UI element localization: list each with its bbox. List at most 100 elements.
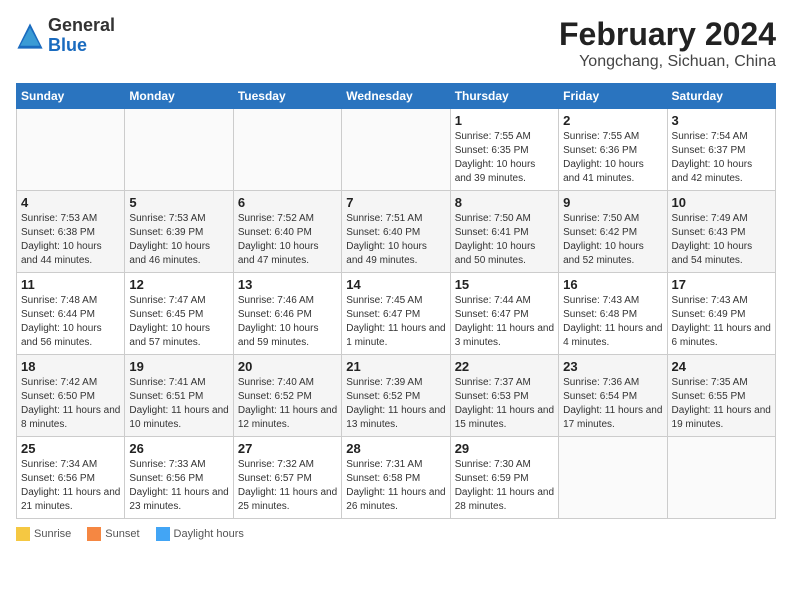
calendar-body: 1 Sunrise: 7:55 AM Sunset: 6:35 PM Daylig… — [17, 109, 776, 519]
day-number: 3 — [672, 113, 771, 128]
calendar-cell: 3 Sunrise: 7:54 AM Sunset: 6:37 PM Daylig… — [667, 109, 775, 191]
location-subtitle: Yongchang, Sichuan, China — [559, 53, 776, 71]
day-detail: Sunrise: 7:53 AM Sunset: 6:39 PM Dayligh… — [129, 212, 228, 268]
day-number: 26 — [129, 441, 228, 456]
calendar-cell: 2 Sunrise: 7:55 AM Sunset: 6:36 PM Daylig… — [559, 109, 667, 191]
day-detail: Sunrise: 7:55 AM Sunset: 6:36 PM Dayligh… — [563, 130, 662, 186]
day-detail: Sunrise: 7:30 AM Sunset: 6:59 PM Dayligh… — [455, 458, 554, 514]
day-detail: Sunrise: 7:32 AM Sunset: 6:57 PM Dayligh… — [238, 458, 337, 514]
calendar-cell — [559, 437, 667, 519]
day-detail: Sunrise: 7:53 AM Sunset: 6:38 PM Dayligh… — [21, 212, 120, 268]
calendar-cell: 20Sunrise: 7:40 AM Sunset: 6:52 PM Dayli… — [233, 355, 341, 437]
days-of-week-row: Sunday Monday Tuesday Wednesday Thursday… — [17, 84, 776, 109]
day-number: 29 — [455, 441, 554, 456]
calendar-cell: 17 Sunrise: 7:43 AM Sunset: 6:49 PM Dayli… — [667, 273, 775, 355]
day-number: 28 — [346, 441, 445, 456]
sunset-legend: Sunset — [87, 527, 139, 541]
col-sunday: Sunday — [17, 84, 125, 109]
calendar-cell: 13 Sunrise: 7:46 AM Sunset: 6:46 PM Dayli… — [233, 273, 341, 355]
day-number: 11 — [21, 277, 120, 292]
day-number: 8 — [455, 195, 554, 210]
day-detail: Sunrise: 7:33 AM Sunset: 6:56 PM Dayligh… — [129, 458, 228, 514]
calendar-cell: 19Sunrise: 7:41 AM Sunset: 6:51 PM Dayli… — [125, 355, 233, 437]
day-detail: Sunrise: 7:51 AM Sunset: 6:40 PM Dayligh… — [346, 212, 445, 268]
day-detail: Sunrise: 7:42 AM Sunset: 6:50 PM Dayligh… — [21, 376, 120, 432]
title-block: February 2024 Yongchang, Sichuan, China — [559, 16, 776, 71]
calendar-cell — [125, 109, 233, 191]
calendar-cell: 1 Sunrise: 7:55 AM Sunset: 6:35 PM Daylig… — [450, 109, 558, 191]
calendar-cell: 25Sunrise: 7:34 AM Sunset: 6:56 PM Dayli… — [17, 437, 125, 519]
calendar-cell: 8 Sunrise: 7:50 AM Sunset: 6:41 PM Daylig… — [450, 191, 558, 273]
logo-general-text: General — [48, 15, 115, 35]
month-year-title: February 2024 — [559, 16, 776, 53]
day-number: 13 — [238, 277, 337, 292]
calendar-cell — [667, 437, 775, 519]
day-detail: Sunrise: 7:39 AM Sunset: 6:52 PM Dayligh… — [346, 376, 445, 432]
sunrise-label: Sunrise — [34, 528, 71, 540]
sunrise-swatch — [16, 527, 30, 541]
day-number: 2 — [563, 113, 662, 128]
calendar-cell: 29 Sunrise: 7:30 AM Sunset: 6:59 PM Dayli… — [450, 437, 558, 519]
day-number: 12 — [129, 277, 228, 292]
calendar-footer: Sunrise Sunset Daylight hours — [16, 527, 776, 541]
day-number: 1 — [455, 113, 554, 128]
day-number: 6 — [238, 195, 337, 210]
day-number: 7 — [346, 195, 445, 210]
day-number: 10 — [672, 195, 771, 210]
calendar-cell: 28 Sunrise: 7:31 AM Sunset: 6:58 PM Dayli… — [342, 437, 450, 519]
day-number: 25 — [21, 441, 120, 456]
day-detail: Sunrise: 7:36 AM Sunset: 6:54 PM Dayligh… — [563, 376, 662, 432]
col-wednesday: Wednesday — [342, 84, 450, 109]
col-saturday: Saturday — [667, 84, 775, 109]
day-detail: Sunrise: 7:49 AM Sunset: 6:43 PM Dayligh… — [672, 212, 771, 268]
logo: General Blue — [16, 16, 115, 56]
day-detail: Sunrise: 7:37 AM Sunset: 6:53 PM Dayligh… — [455, 376, 554, 432]
calendar-cell: 18Sunrise: 7:42 AM Sunset: 6:50 PM Dayli… — [17, 355, 125, 437]
calendar-week-3: 18Sunrise: 7:42 AM Sunset: 6:50 PM Dayli… — [17, 355, 776, 437]
col-friday: Friday — [559, 84, 667, 109]
daylight-swatch — [156, 527, 170, 541]
day-number: 14 — [346, 277, 445, 292]
day-detail: Sunrise: 7:46 AM Sunset: 6:46 PM Dayligh… — [238, 294, 337, 350]
day-detail: Sunrise: 7:35 AM Sunset: 6:55 PM Dayligh… — [672, 376, 771, 432]
day-number: 24 — [672, 359, 771, 374]
calendar-week-2: 11Sunrise: 7:48 AM Sunset: 6:44 PM Dayli… — [17, 273, 776, 355]
day-detail: Sunrise: 7:43 AM Sunset: 6:48 PM Dayligh… — [563, 294, 662, 350]
day-detail: Sunrise: 7:55 AM Sunset: 6:35 PM Dayligh… — [455, 130, 554, 186]
calendar-cell: 24 Sunrise: 7:35 AM Sunset: 6:55 PM Dayli… — [667, 355, 775, 437]
sunset-label: Sunset — [105, 528, 139, 540]
day-number: 4 — [21, 195, 120, 210]
day-detail: Sunrise: 7:43 AM Sunset: 6:49 PM Dayligh… — [672, 294, 771, 350]
day-number: 9 — [563, 195, 662, 210]
day-number: 23 — [563, 359, 662, 374]
calendar-week-0: 1 Sunrise: 7:55 AM Sunset: 6:35 PM Daylig… — [17, 109, 776, 191]
day-number: 20 — [238, 359, 337, 374]
page-header: General Blue February 2024 Yongchang, Si… — [16, 16, 776, 71]
day-number: 15 — [455, 277, 554, 292]
calendar-cell: 27Sunrise: 7:32 AM Sunset: 6:57 PM Dayli… — [233, 437, 341, 519]
day-detail: Sunrise: 7:50 AM Sunset: 6:41 PM Dayligh… — [455, 212, 554, 268]
calendar-week-1: 4 Sunrise: 7:53 AM Sunset: 6:38 PM Daylig… — [17, 191, 776, 273]
day-detail: Sunrise: 7:47 AM Sunset: 6:45 PM Dayligh… — [129, 294, 228, 350]
day-detail: Sunrise: 7:50 AM Sunset: 6:42 PM Dayligh… — [563, 212, 662, 268]
calendar-cell: 26 Sunrise: 7:33 AM Sunset: 6:56 PM Dayli… — [125, 437, 233, 519]
calendar-cell: 6Sunrise: 7:52 AM Sunset: 6:40 PM Daylig… — [233, 191, 341, 273]
logo-blue-text: Blue — [48, 35, 87, 55]
day-number: 22 — [455, 359, 554, 374]
logo-icon — [16, 22, 44, 50]
calendar-week-4: 25Sunrise: 7:34 AM Sunset: 6:56 PM Dayli… — [17, 437, 776, 519]
calendar-cell: 7 Sunrise: 7:51 AM Sunset: 6:40 PM Daylig… — [342, 191, 450, 273]
col-monday: Monday — [125, 84, 233, 109]
sunset-swatch — [87, 527, 101, 541]
day-number: 17 — [672, 277, 771, 292]
calendar-cell: 9 Sunrise: 7:50 AM Sunset: 6:42 PM Daylig… — [559, 191, 667, 273]
day-detail: Sunrise: 7:45 AM Sunset: 6:47 PM Dayligh… — [346, 294, 445, 350]
day-detail: Sunrise: 7:54 AM Sunset: 6:37 PM Dayligh… — [672, 130, 771, 186]
calendar-cell — [233, 109, 341, 191]
sunrise-legend: Sunrise — [16, 527, 71, 541]
calendar-cell: 21Sunrise: 7:39 AM Sunset: 6:52 PM Dayli… — [342, 355, 450, 437]
day-detail: Sunrise: 7:41 AM Sunset: 6:51 PM Dayligh… — [129, 376, 228, 432]
day-number: 16 — [563, 277, 662, 292]
day-detail: Sunrise: 7:31 AM Sunset: 6:58 PM Dayligh… — [346, 458, 445, 514]
calendar-cell: 15Sunrise: 7:44 AM Sunset: 6:47 PM Dayli… — [450, 273, 558, 355]
